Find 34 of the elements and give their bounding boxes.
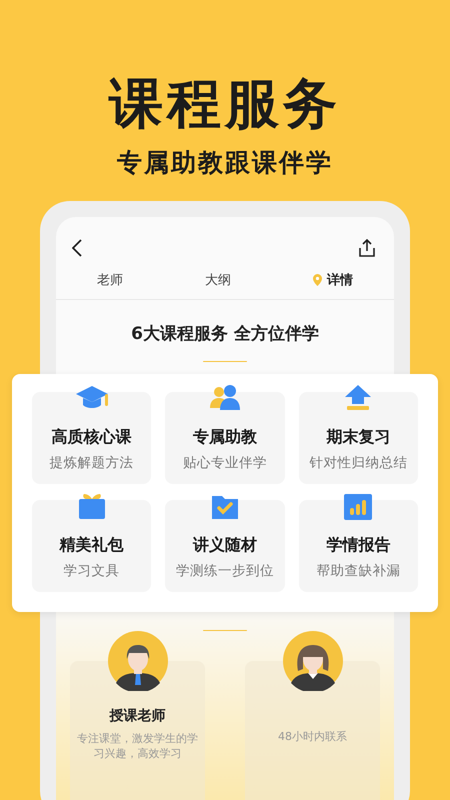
service-description: 学测练一步到位 (176, 562, 274, 580)
service-tile[interactable]: 精美礼包 学习文具 (32, 500, 152, 592)
section-title: 6大课程服务 全方位伴学 (130, 323, 320, 345)
service-title: 讲义随材 (192, 535, 257, 556)
service-description: 提炼解题方法 (50, 454, 134, 472)
service-description: 针对性归纳总结 (309, 454, 408, 472)
service-title: 学情报告 (326, 535, 390, 556)
staff-description: 48小时内联系 (278, 729, 347, 744)
service-description: 贴心专业伴学 (182, 454, 267, 472)
service-tile[interactable]: 期末复习 针对性归纳总结 (298, 392, 418, 484)
headline: 课程服务 (109, 72, 341, 136)
person-avatar (282, 631, 342, 691)
staff-description: 专注课堂，激发学生的学习兴趣，高效学习 (76, 731, 199, 761)
service-title: 期末复习 (326, 427, 390, 448)
person-avatar (108, 631, 168, 691)
title-underline (203, 361, 247, 362)
location-pin-icon (313, 274, 322, 286)
service-tile[interactable]: 专属助教 贴心专业伴学 (165, 392, 285, 484)
service-tile[interactable]: 讲义随材 学测练一步到位 (165, 500, 285, 592)
service-tile[interactable]: 学情报告 帮助查缺补漏 (298, 500, 418, 592)
service-description: 帮助查缺补漏 (316, 562, 400, 580)
staff-title: 授课老师 (110, 707, 166, 725)
service-description: 学习文具 (64, 562, 120, 580)
section-underline (203, 630, 247, 631)
service-title: 高质核心课 (52, 427, 132, 448)
subheadline: 专属助教跟课伴学 (117, 147, 333, 179)
tab[interactable]: 大纲 (205, 271, 231, 289)
share-icon[interactable] (358, 239, 376, 257)
back-icon[interactable] (72, 239, 82, 257)
service-title: 精美礼包 (60, 535, 124, 556)
tab[interactable]: 详情 (313, 271, 353, 289)
service-title: 专属助教 (192, 427, 257, 448)
service-tile[interactable]: 高质核心课 提炼解题方法 (32, 392, 152, 484)
tab[interactable]: 老师 (97, 271, 123, 289)
